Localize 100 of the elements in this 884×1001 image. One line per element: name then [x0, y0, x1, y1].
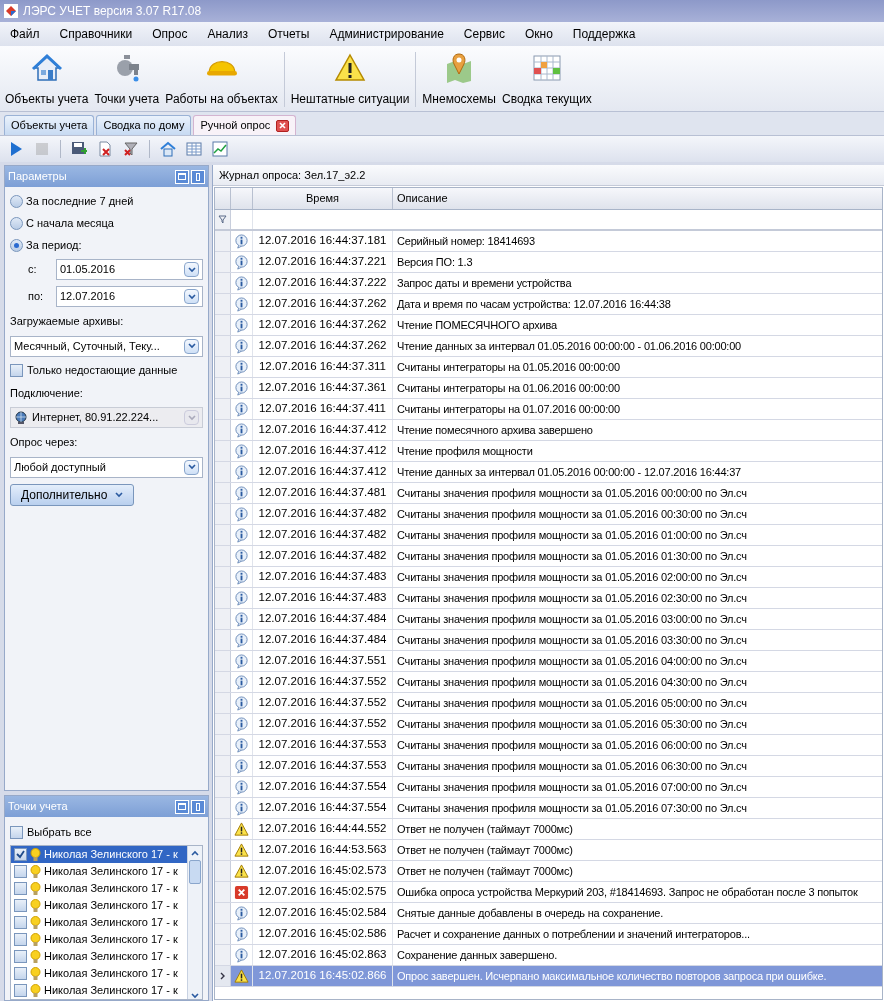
log-row[interactable]: 12.07.2016 16:44:37.412 Чтение помесячного архива завершено [215, 420, 882, 441]
filter-icon[interactable] [218, 215, 227, 224]
log-row[interactable]: 12.07.2016 16:44:44.552 Ответ не получен (таймаут 7000мс) [215, 819, 882, 840]
radio-button[interactable] [10, 238, 23, 252]
log-row[interactable]: 12.07.2016 16:45:02.575 Ошибка опроса устройства Меркурий 203, #18414693. Запрос не обработан после 3 попыток [215, 882, 882, 903]
checkbox[interactable] [14, 899, 27, 912]
menu-item[interactable]: Справочники [51, 25, 141, 43]
time-cell: 12.07.2016 16:44:37.551 [253, 651, 393, 671]
log-row[interactable]: 12.07.2016 16:44:37.551 Считаны значения профиля мощности за 01.05.2016 04:00:00 по Эл.сч [215, 651, 882, 672]
menu-item[interactable]: Анализ [199, 25, 256, 43]
log-row[interactable]: 12.07.2016 16:44:53.563 Ответ не получен (таймаут 7000мс) [215, 840, 882, 861]
ribbon-button[interactable]: Объекты учета [2, 52, 92, 111]
poll-via-dropdown[interactable]: Любой доступный [10, 456, 203, 478]
scrollbar[interactable] [187, 846, 202, 999]
ribbon-button[interactable]: Работы на объектах [162, 52, 281, 111]
more-button[interactable]: Дополнительно [10, 483, 135, 506]
date-field[interactable]: 12.07.2016 [56, 286, 203, 307]
radio-button[interactable] [10, 216, 23, 230]
menu-item[interactable]: Поддержка [564, 25, 644, 43]
log-row[interactable]: 12.07.2016 16:44:37.481 Считаны значения профиля мощности за 01.05.2016 00:00:00 по Эл.сч [215, 483, 882, 504]
chart-icon[interactable] [212, 141, 228, 157]
log-row[interactable]: 12.07.2016 16:44:37.262 Дата и время по часам устройства: 12.07.2016 16:44:38 [215, 294, 882, 315]
save-icon[interactable] [71, 141, 87, 157]
list-item[interactable]: Николая Зелинского 17 - к [11, 982, 187, 999]
checkbox[interactable] [10, 825, 23, 839]
log-row[interactable]: 12.07.2016 16:44:37.412 Чтение данных за интервал 01.05.2016 00:00:00 - 12.07.2016 16:44:37 [215, 462, 882, 483]
list-item[interactable]: Николая Зелинского 17 - к [11, 931, 187, 948]
ribbon-button[interactable]: Нештатные ситуации [287, 52, 413, 111]
document-delete-icon[interactable] [97, 141, 113, 157]
maximize-button[interactable] [175, 169, 189, 184]
filter-clear-icon[interactable] [123, 141, 139, 157]
log-row[interactable]: 12.07.2016 16:44:37.181 Серийный номер: 18414693 [215, 231, 882, 252]
log-row[interactable]: 12.07.2016 16:44:37.552 Считаны значения профиля мощности за 01.05.2016 05:30:00 по Эл.сч [215, 714, 882, 735]
log-row[interactable]: 12.07.2016 16:44:37.483 Считаны значения профиля мощности за 01.05.2016 02:30:00 по Эл.сч [215, 588, 882, 609]
ribbon-button[interactable]: Сводка текущих [499, 52, 595, 111]
log-row[interactable]: 12.07.2016 16:44:37.262 Чтение данных за интервал 01.05.2016 00:00:00 - 01.06.2016 00:00:00 [215, 336, 882, 357]
log-row[interactable]: 12.07.2016 16:44:37.484 Считаны значения профиля мощности за 01.05.2016 03:30:00 по Эл.сч [215, 630, 882, 651]
tab[interactable]: Ручной опрос [193, 115, 297, 135]
log-row[interactable]: 12.07.2016 16:44:37.553 Считаны значения профиля мощности за 01.05.2016 06:30:00 по Эл.сч [215, 756, 882, 777]
checkbox[interactable] [14, 916, 27, 929]
tab[interactable]: Объекты учета [4, 115, 95, 135]
menu-item[interactable]: Опрос [144, 25, 196, 43]
house-icon[interactable] [160, 141, 176, 157]
ribbon-button[interactable]: Точки учета [91, 52, 163, 111]
list-item[interactable]: Николая Зелинского 17 - к [11, 897, 187, 914]
log-row[interactable]: 12.07.2016 16:44:37.482 Считаны значения профиля мощности за 01.05.2016 01:30:00 по Эл.сч [215, 546, 882, 567]
checkbox[interactable] [14, 984, 27, 997]
tab[interactable]: Сводка по дому [96, 115, 192, 135]
checkbox[interactable] [14, 848, 27, 861]
log-row[interactable]: 12.07.2016 16:44:37.361 Считаны интеграторы на 01.06.2016 00:00:00 [215, 378, 882, 399]
menu-item[interactable]: Отчеты [259, 25, 318, 43]
list-item[interactable]: Николая Зелинского 17 - к [11, 948, 187, 965]
ribbon-button[interactable]: Мнемосхемы [419, 52, 499, 111]
log-row[interactable]: 12.07.2016 16:44:37.411 Считаны интеграторы на 01.07.2016 00:00:00 [215, 399, 882, 420]
checkbox[interactable] [14, 950, 27, 963]
scroll-up-icon[interactable] [191, 850, 199, 856]
pin-button[interactable] [191, 169, 205, 184]
log-row[interactable]: 12.07.2016 16:44:37.554 Считаны значения профиля мощности за 01.05.2016 07:30:00 по Эл.сч [215, 798, 882, 819]
pin-button[interactable] [191, 799, 205, 814]
radio-button[interactable] [10, 194, 23, 208]
date-field[interactable]: 01.05.2016 [56, 259, 203, 280]
maximize-button[interactable] [175, 799, 189, 814]
log-row[interactable]: 12.07.2016 16:44:37.484 Считаны значения профиля мощности за 01.05.2016 03:00:00 по Эл.сч [215, 609, 882, 630]
log-row[interactable]: 12.07.2016 16:44:37.311 Считаны интеграторы на 01.05.2016 00:00:00 [215, 357, 882, 378]
table-icon[interactable] [186, 141, 202, 157]
menu-item[interactable]: Администрирование [321, 25, 452, 43]
checkbox[interactable] [14, 865, 27, 878]
archives-dropdown[interactable]: Месячный, Суточный, Теку... [10, 335, 203, 357]
checkbox[interactable] [14, 882, 27, 895]
menu-item[interactable]: Окно [516, 25, 561, 43]
log-row[interactable]: 12.07.2016 16:44:37.483 Считаны значения профиля мощности за 01.05.2016 02:00:00 по Эл.сч [215, 567, 882, 588]
log-row[interactable]: 12.07.2016 16:44:37.552 Считаны значения профиля мощности за 01.05.2016 05:00:00 по Эл.сч [215, 693, 882, 714]
log-row[interactable]: 12.07.2016 16:44:37.554 Считаны значения профиля мощности за 01.05.2016 07:00:00 по Эл.сч [215, 777, 882, 798]
log-row[interactable]: 12.07.2016 16:45:02.586 Расчет и сохранение данных о потреблении и значений интеграторов... [215, 924, 882, 945]
list-item[interactable]: Николая Зелинского 17 - к [11, 846, 187, 863]
log-row[interactable]: 12.07.2016 16:44:37.553 Считаны значения профиля мощности за 01.05.2016 06:00:00 по Эл.сч [215, 735, 882, 756]
log-row[interactable]: 12.07.2016 16:44:37.222 Запрос даты и времени устройства [215, 273, 882, 294]
log-row[interactable]: 12.07.2016 16:45:02.573 Ответ не получен (таймаут 7000мс) [215, 861, 882, 882]
log-row[interactable]: 12.07.2016 16:44:37.412 Чтение профиля мощности [215, 441, 882, 462]
play-icon[interactable] [8, 141, 24, 157]
list-item[interactable]: Николая Зелинского 17 - к [11, 863, 187, 880]
list-item[interactable]: Николая Зелинского 17 - к [11, 965, 187, 982]
log-row[interactable]: 12.07.2016 16:45:02.584 Снятые данные добавлены в очередь на сохранение. [215, 903, 882, 924]
checkbox[interactable] [14, 933, 27, 946]
menu-item[interactable]: Файл [2, 25, 48, 43]
log-row[interactable]: 12.07.2016 16:44:37.482 Считаны значения профиля мощности за 01.05.2016 01:00:00 по Эл.сч [215, 525, 882, 546]
log-row[interactable]: 12.07.2016 16:44:37.262 Чтение ПОМЕСЯЧНОГО архива [215, 315, 882, 336]
list-item[interactable]: Николая Зелинского 17 - к [11, 880, 187, 897]
log-row[interactable]: 12.07.2016 16:44:37.221 Версия ПО: 1.3 [215, 252, 882, 273]
column-header[interactable]: Описание [393, 188, 882, 209]
lightbulb-icon [30, 847, 41, 862]
scroll-thumb[interactable] [189, 860, 201, 884]
log-row[interactable]: 12.07.2016 16:44:37.482 Считаны значения профиля мощности за 01.05.2016 00:30:00 по Эл.сч [215, 504, 882, 525]
checkbox[interactable] [14, 967, 27, 980]
close-icon[interactable] [276, 119, 290, 132]
column-header[interactable]: Время [253, 188, 393, 209]
list-item[interactable]: Николая Зелинского 17 - к [11, 914, 187, 931]
log-row[interactable]: 12.07.2016 16:44:37.552 Считаны значения профиля мощности за 01.05.2016 04:30:00 по Эл.сч [215, 672, 882, 693]
menu-item[interactable]: Сервис [455, 25, 513, 43]
checkbox[interactable] [10, 364, 23, 377]
